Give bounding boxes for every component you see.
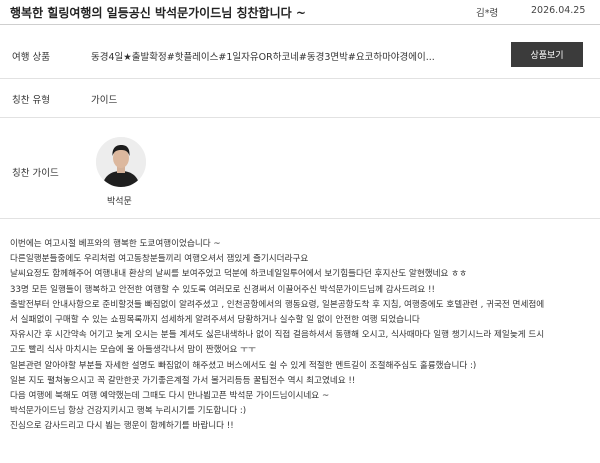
review-title: 행복한 힐링여행의 일등공신 박석문가이드님 칭찬합니다 ~ xyxy=(10,6,306,20)
review-body-line: 출발전부터 안내사항으로 준비할것들 빠짐없이 알려주셨고 , 인천공항에서의 … xyxy=(10,299,545,310)
review-body-line: 다음 여행에 북해도 여행 예약했는데 그때도 다시 만나뵙고픈 박석문 가이드… xyxy=(10,390,330,401)
person-photo-icon xyxy=(96,137,146,187)
review-date: 2026.04.25 xyxy=(531,5,586,16)
review-author: 김*령 xyxy=(476,8,499,19)
divider xyxy=(0,117,600,118)
review-body-line: 자유시간 후 시간약속 어기고 늦게 오시는 분들 계셔도 싫은내색하나 없이 … xyxy=(10,330,545,341)
review-body-line: 일본 지도 펼쳐놓으시고 꼭 갈만한곳 가기좋은계절 가서 볼거리등등 꿀팁전수… xyxy=(10,375,356,386)
review-body: 이번에는 여고시절 베프와의 행복한 도쿄여행이었습니다 ~ 다른일행분들중에도… xyxy=(10,237,595,434)
review-body-line: 이번에는 여고시절 베프와의 행복한 도쿄여행이었습니다 ~ xyxy=(10,239,221,249)
review-body-line: 날씨요정도 함께해주어 여행내내 환상의 날씨를 보여주었고 덕분에 하코네일일… xyxy=(10,269,467,280)
review-header: 행복한 힐링여행의 일등공신 박석문가이드님 칭찬합니다 ~ 김*령 2026.… xyxy=(0,0,600,25)
review-body-line: 진심으로 감사드리고 다시 뵙는 행운이 함께하기를 바랍니다 !! xyxy=(10,421,234,432)
praise-type-value: 가이드 xyxy=(91,95,118,106)
review-body-line: 다른일행분들중에도 우리처럼 여고동창분들끼리 여행오셔서 잼있게 즐기시더라구… xyxy=(10,254,309,265)
praise-type-label: 칭찬 유형 xyxy=(12,95,50,106)
product-label: 여행 상품 xyxy=(12,52,50,63)
guide-name: 박석문 xyxy=(107,197,132,207)
guide-avatar xyxy=(96,137,146,187)
review-body-line: 박석문가이드님 항상 건강지키시고 행복 누리시기를 기도합니다 :) xyxy=(10,406,247,417)
product-name[interactable]: 동경4일★출발확정#핫플레이스#1일자유OR하코네#동경3면박#요코하마야경에이… xyxy=(91,49,435,63)
praise-guide-label: 칭찬 가이드 xyxy=(12,168,59,179)
divider xyxy=(0,78,600,79)
review-body-line: 서 실패없이 구매할 수 있는 쇼핑목록까지 섬세하게 알려주셔서 당황하거나 … xyxy=(10,314,420,325)
view-product-button[interactable]: 상품보기 xyxy=(511,42,583,67)
review-body-line: 고도 빨리 식사 마치시는 모습에 울 아들생각나서 맘이 짠했어요 ㅜㅜ xyxy=(10,345,256,356)
divider xyxy=(0,218,600,219)
review-body-line: 일본관련 알아야할 부분들 자세한 설명도 빠짐없이 해주셨고 버스에서도 쉴 … xyxy=(10,360,477,371)
review-body-line: 33명 모든 일행들이 행복하고 안전한 여행할 수 있도록 여러모로 신경써서… xyxy=(10,284,435,295)
